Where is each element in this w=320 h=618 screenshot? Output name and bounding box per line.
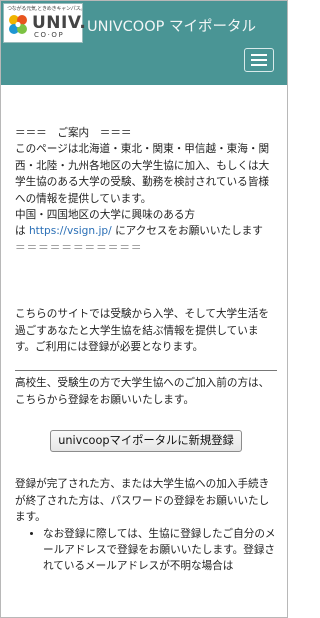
logo-coop-text: CO·OP: [34, 31, 65, 39]
link-suffix: にアクセスをお願いいたします: [111, 225, 263, 238]
site-intro-text: こちらのサイトでは受験から入学、そして大学生活を過ごすあなたと大学生協を結ぶ情報…: [15, 308, 269, 354]
register-button-wrap: univcoopマイポータルに新規登録: [15, 430, 277, 453]
page-frame: つながる元気,ときめきキャンパス。 UNIV. CO·OP UNIVCOOP マ…: [0, 0, 288, 618]
link-prefix: は: [15, 225, 29, 238]
notice-heading: ＝＝＝ ご案内 ＝＝＝: [15, 127, 132, 139]
site-header: つながる元気,ときめきキャンパス。 UNIV. CO·OP UNIVCOOP マ…: [1, 1, 287, 85]
univcoop-logo[interactable]: つながる元気,ときめきキャンパス。 UNIV. CO·OP: [3, 3, 87, 43]
logo-tagline: つながる元気,ときめきキャンパス。: [7, 6, 86, 12]
registration-notes-list: なお登録に際しては、生協に登録したご自分のメールアドレスで登録をお願いいたします…: [15, 526, 277, 575]
menu-bar-icon: [251, 59, 267, 61]
main-content: ＝＝＝ ご案内 ＝＝＝ このページは北海道・東北・関東・甲信越・東海・関西・北陸…: [15, 85, 277, 575]
hamburger-menu-button[interactable]: [244, 48, 274, 72]
password-registration-note: 登録が完了された方、または大学生協への加入手続きが終了された方は、パスワードの登…: [15, 478, 270, 524]
logo-univ-text: UNIV.: [32, 13, 87, 33]
new-registration-button[interactable]: univcoopマイポータルに新規登録: [50, 430, 242, 453]
vsign-link[interactable]: https://vsign.jp/: [29, 225, 112, 237]
menu-bar-icon: [251, 64, 267, 66]
vsign-link-line: は https://vsign.jp/ にアクセスをお願いいたします: [15, 223, 277, 239]
divider: [15, 370, 277, 372]
chugoku-shikoku-note: 中国・四国地区の大学に興味のある方: [15, 209, 196, 222]
highschool-note: 高校生、受験生の方で大学生協へのご加入前の方は、こちらから登録をお願いいたします…: [15, 377, 270, 406]
site-title: UNIVCOOP マイポータル: [87, 19, 256, 35]
coop-flower-icon: [9, 15, 27, 34]
notice-body: このページは北海道・東北・関東・甲信越・東海・関西・北陸・九州各地区の大学生協に…: [15, 143, 270, 205]
menu-bar-icon: [251, 54, 267, 56]
notice-separator: ＝＝＝＝＝＝＝＝＝＝＝: [15, 241, 143, 254]
list-item: なお登録に際しては、生協に登録したご自分のメールアドレスで登録をお願いいたします…: [43, 526, 277, 575]
